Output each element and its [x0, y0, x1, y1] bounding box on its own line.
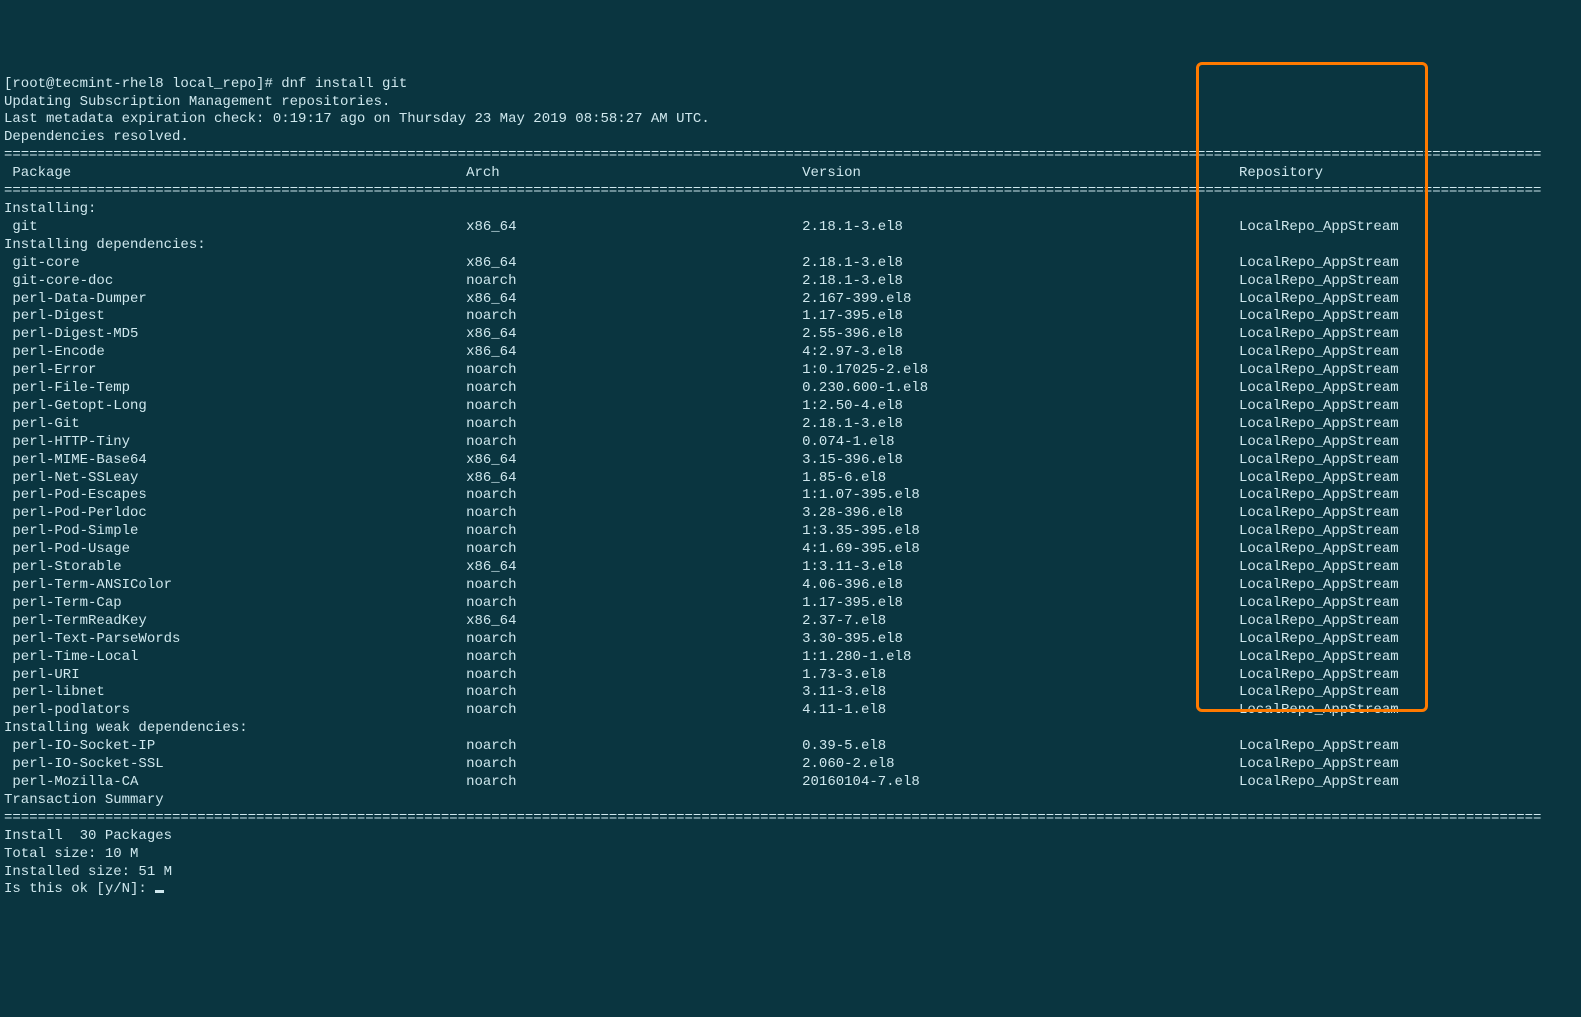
terminal-line: Total size: 10 M	[4, 846, 1577, 864]
terminal-line: perl-File-Temp noarch 0.230.600-1.el8 Lo…	[4, 380, 1577, 398]
terminal-line: Install 30 Packages	[4, 828, 1577, 846]
terminal-line: Installed size: 51 M	[4, 864, 1577, 882]
terminal-line: perl-Storable x86_64 1:3.11-3.el8 LocalR…	[4, 559, 1577, 577]
terminal-line: perl-TermReadKey x86_64 2.37-7.el8 Local…	[4, 613, 1577, 631]
cursor-icon	[155, 890, 164, 893]
terminal-line: perl-Digest noarch 1.17-395.el8 LocalRep…	[4, 308, 1577, 326]
terminal-line: git-core-doc noarch 2.18.1-3.el8 LocalRe…	[4, 273, 1577, 291]
terminal-line: Transaction Summary	[4, 792, 1577, 810]
terminal-line: Last metadata expiration check: 0:19:17 …	[4, 111, 1577, 129]
terminal-line: [root@tecmint-rhel8 local_repo]# dnf ins…	[4, 76, 1577, 94]
terminal-line: perl-HTTP-Tiny noarch 0.074-1.el8 LocalR…	[4, 434, 1577, 452]
terminal-output: [root@tecmint-rhel8 local_repo]# dnf ins…	[4, 76, 1577, 900]
terminal-line: perl-MIME-Base64 x86_64 3.15-396.el8 Loc…	[4, 452, 1577, 470]
terminal-line: perl-Getopt-Long noarch 1:2.50-4.el8 Loc…	[4, 398, 1577, 416]
terminal-line: perl-Pod-Usage noarch 4:1.69-395.el8 Loc…	[4, 541, 1577, 559]
terminal-line: perl-libnet noarch 3.11-3.el8 LocalRepo_…	[4, 684, 1577, 702]
terminal-line: perl-IO-Socket-IP noarch 0.39-5.el8 Loca…	[4, 738, 1577, 756]
terminal-line: ========================================…	[4, 147, 1577, 165]
terminal-line: perl-Pod-Simple noarch 1:3.35-395.el8 Lo…	[4, 523, 1577, 541]
terminal-line: perl-Term-Cap noarch 1.17-395.el8 LocalR…	[4, 595, 1577, 613]
terminal-line: ========================================…	[4, 183, 1577, 201]
terminal-line: Package Arch Version Repository	[4, 165, 1577, 183]
confirm-prompt[interactable]: Is this ok [y/N]:	[4, 881, 1577, 899]
terminal-line: Dependencies resolved.	[4, 129, 1577, 147]
terminal-line: perl-Error noarch 1:0.17025-2.el8 LocalR…	[4, 362, 1577, 380]
terminal-line: perl-Mozilla-CA noarch 20160104-7.el8 Lo…	[4, 774, 1577, 792]
terminal-line: Updating Subscription Management reposit…	[4, 94, 1577, 112]
terminal-line: perl-Pod-Perldoc noarch 3.28-396.el8 Loc…	[4, 505, 1577, 523]
terminal-line: perl-Net-SSLeay x86_64 1.85-6.el8 LocalR…	[4, 470, 1577, 488]
terminal-line: git-core x86_64 2.18.1-3.el8 LocalRepo_A…	[4, 255, 1577, 273]
terminal-line: perl-Pod-Escapes noarch 1:1.07-395.el8 L…	[4, 487, 1577, 505]
terminal-line: perl-Digest-MD5 x86_64 2.55-396.el8 Loca…	[4, 326, 1577, 344]
terminal-line: git x86_64 2.18.1-3.el8 LocalRepo_AppStr…	[4, 219, 1577, 237]
terminal-line: Installing weak dependencies:	[4, 720, 1577, 738]
terminal-line: perl-URI noarch 1.73-3.el8 LocalRepo_App…	[4, 667, 1577, 685]
terminal-line: perl-Data-Dumper x86_64 2.167-399.el8 Lo…	[4, 291, 1577, 309]
terminal-line: Installing:	[4, 201, 1577, 219]
terminal-line: perl-Term-ANSIColor noarch 4.06-396.el8 …	[4, 577, 1577, 595]
terminal-line: ========================================…	[4, 810, 1577, 828]
terminal-line: perl-IO-Socket-SSL noarch 2.060-2.el8 Lo…	[4, 756, 1577, 774]
terminal-line: perl-Encode x86_64 4:2.97-3.el8 LocalRep…	[4, 344, 1577, 362]
terminal-line: perl-podlators noarch 4.11-1.el8 LocalRe…	[4, 702, 1577, 720]
terminal-line: perl-Git noarch 2.18.1-3.el8 LocalRepo_A…	[4, 416, 1577, 434]
terminal-line: Installing dependencies:	[4, 237, 1577, 255]
terminal-line: perl-Time-Local noarch 1:1.280-1.el8 Loc…	[4, 649, 1577, 667]
terminal-line: perl-Text-ParseWords noarch 3.30-395.el8…	[4, 631, 1577, 649]
